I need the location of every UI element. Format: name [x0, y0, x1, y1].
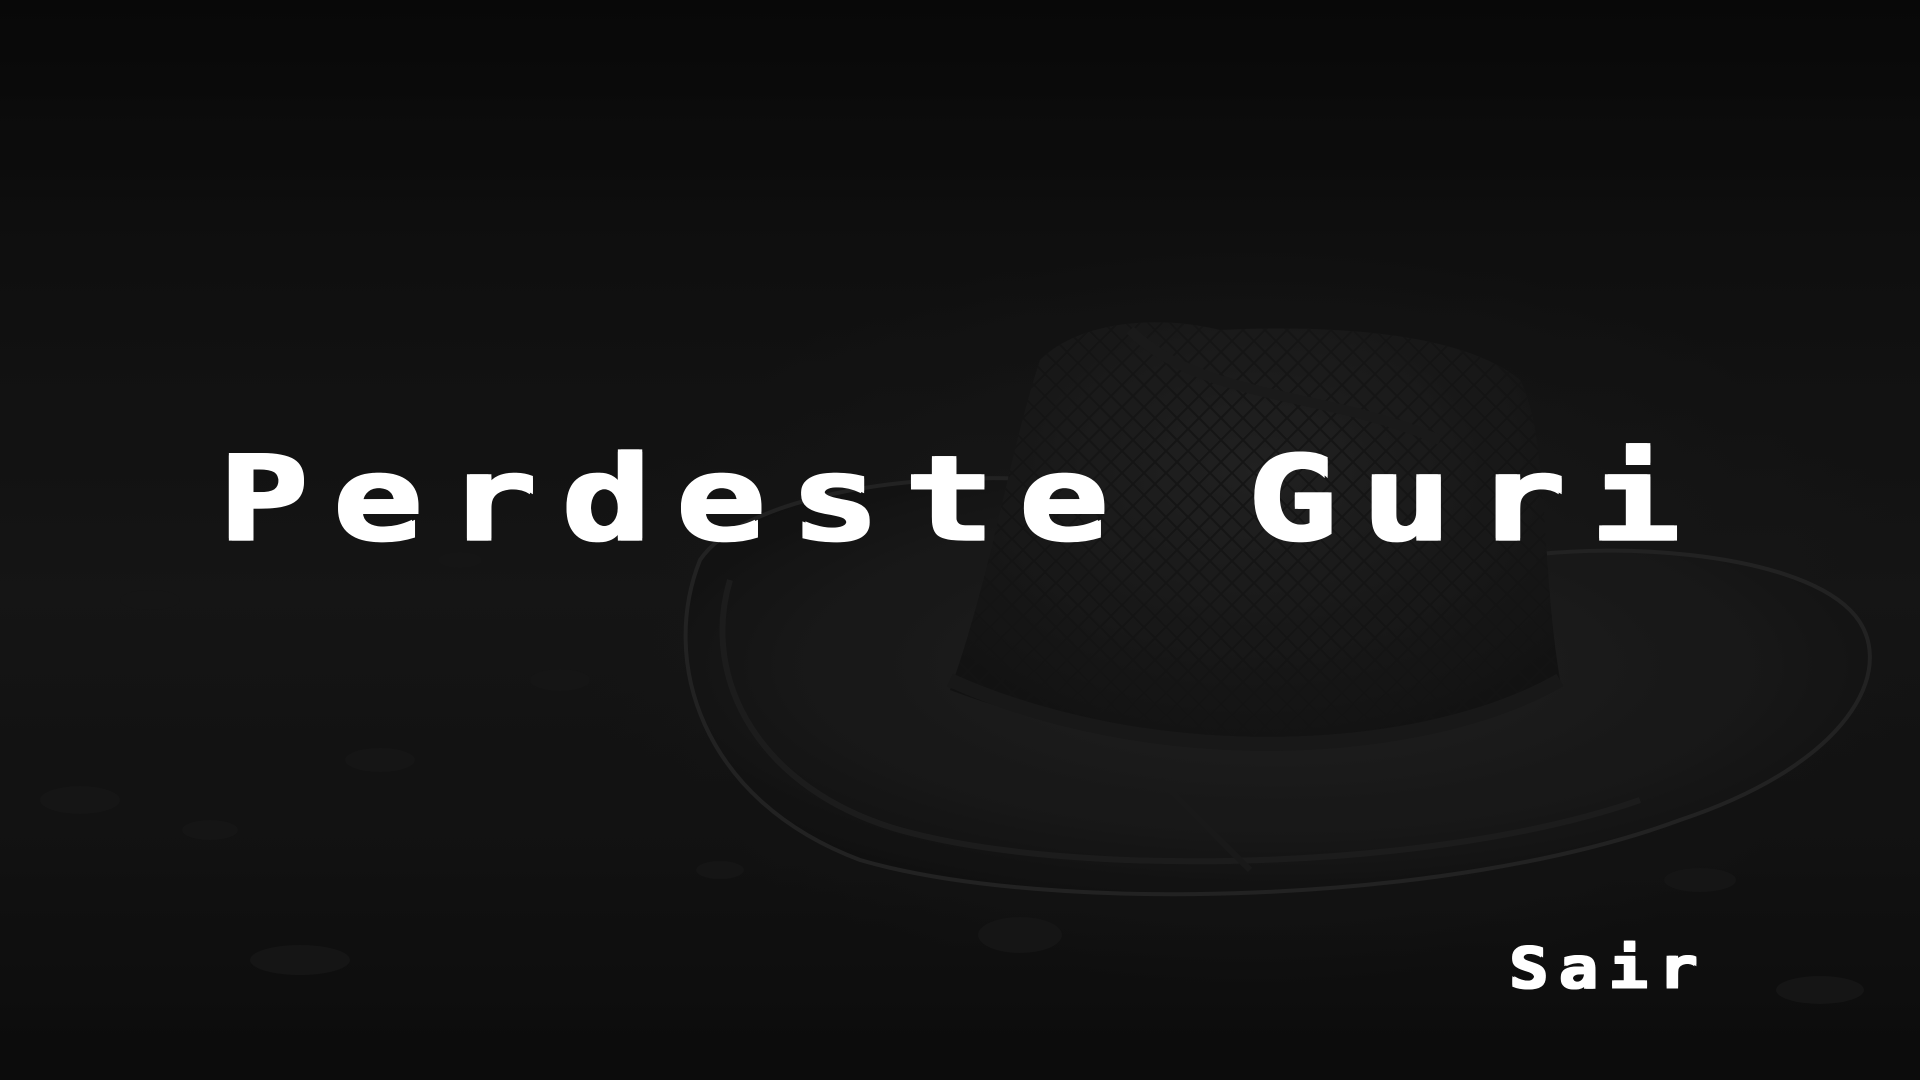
game-over-screen: Perdeste Guri Sair [0, 0, 1920, 1080]
game-over-title: Perdeste Guri [217, 430, 1703, 567]
exit-button[interactable]: Sair [1508, 928, 1748, 1008]
exit-button-label: Sair [1508, 934, 1707, 1001]
